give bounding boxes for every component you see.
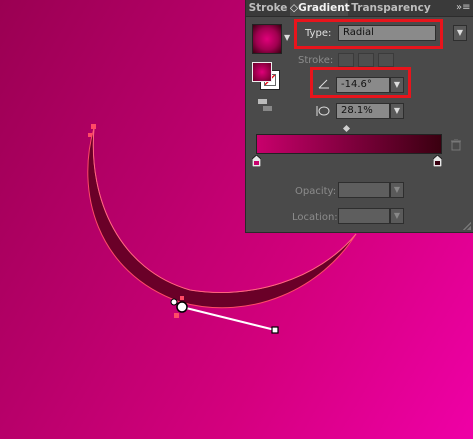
angle-dropdown-button[interactable]: ▼	[390, 77, 404, 93]
aspect-ratio-input[interactable]: 28.1%	[336, 103, 390, 119]
location-label: Location:	[292, 212, 338, 223]
type-select[interactable]: Radial	[338, 25, 436, 41]
panel-tab-bar: Stroke ◇Gradient Transparency »≡	[246, 0, 473, 17]
gradient-annotator-line[interactable]	[181, 306, 276, 331]
angle-icon	[318, 79, 330, 89]
gradient-origin-handle[interactable]	[176, 301, 188, 313]
midpoint-icon[interactable]	[342, 124, 351, 133]
stop-icon[interactable]	[432, 154, 443, 168]
trash-icon[interactable]	[451, 138, 461, 151]
anchor-point[interactable]	[91, 124, 96, 129]
fill-stroke-icon[interactable]	[252, 62, 280, 90]
reverse-gradient-icon[interactable]	[258, 99, 272, 113]
opacity-input[interactable]	[338, 182, 390, 198]
stroke-label: Stroke:	[298, 55, 334, 66]
gradient-aspect-handle[interactable]	[170, 298, 178, 306]
location-input[interactable]	[338, 208, 390, 224]
gradient-slider-bar[interactable]	[256, 134, 442, 154]
type-dropdown-button[interactable]: ▼	[453, 25, 467, 41]
anchor-point[interactable]	[180, 296, 184, 300]
gradient-end-handle[interactable]	[271, 326, 279, 334]
anchor-point[interactable]	[88, 133, 92, 137]
location-dropdown-button[interactable]: ▼	[390, 208, 404, 224]
panel-menu-icon[interactable]: »≡	[456, 1, 471, 15]
stroke-within-button[interactable]	[338, 53, 354, 67]
panel-resize-grip[interactable]	[463, 222, 471, 230]
stroke-along-button[interactable]	[358, 53, 374, 67]
stroke-across-button[interactable]	[378, 53, 394, 67]
opacity-dropdown-button[interactable]: ▼	[390, 182, 404, 198]
gradient-swatch-icon[interactable]	[252, 24, 282, 54]
gradient-panel: Stroke ◇Gradient Transparency »≡ ▼ Type:…	[245, 0, 473, 233]
stop-icon[interactable]	[251, 154, 262, 168]
chevron-down-icon[interactable]: ▼	[284, 33, 290, 42]
tab-gradient[interactable]: ◇Gradient	[290, 0, 350, 16]
opacity-label: Opacity:	[295, 186, 337, 197]
tab-stroke[interactable]: Stroke	[246, 0, 290, 16]
anchor-point[interactable]	[174, 313, 179, 318]
aspect-ratio-dropdown-button[interactable]: ▼	[390, 103, 404, 119]
aspect-ratio-icon	[316, 104, 330, 118]
angle-input[interactable]: -14.6°	[336, 77, 390, 93]
tab-transparency[interactable]: Transparency	[350, 0, 432, 16]
type-label: Type:	[305, 28, 332, 39]
